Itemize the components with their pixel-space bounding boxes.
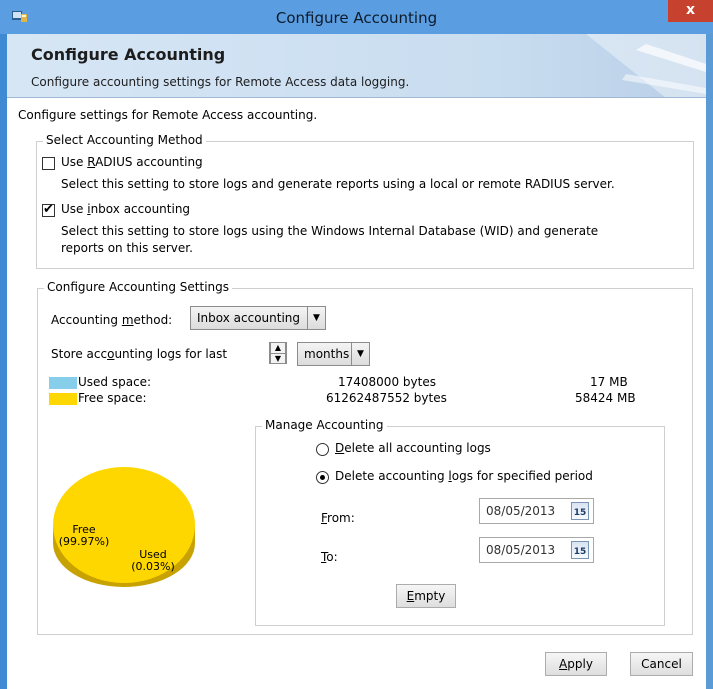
used-space-mb: 17 MB: [590, 375, 628, 389]
to-date-label: To:: [321, 550, 338, 564]
close-icon: x: [685, 2, 696, 18]
inbox-accounting-label[interactable]: Use inbox accounting: [61, 202, 190, 216]
from-date-picker[interactable]: 08/05/2013 15: [479, 498, 594, 524]
accounting-method-value: Inbox accounting: [197, 311, 301, 325]
free-space-mb: 58424 MB: [575, 391, 636, 405]
manage-accounting-group-label: Manage Accounting: [262, 418, 387, 432]
inbox-accounting-description-line1: Select this setting to store logs using …: [61, 224, 599, 238]
accounting-method-label: Accounting method:: [51, 313, 173, 327]
pie-free-percent: (99.97%): [59, 535, 110, 548]
pie-used-percent: (0.03%): [131, 560, 175, 573]
radius-accounting-checkbox[interactable]: [42, 157, 55, 170]
empty-button[interactable]: Empty: [396, 584, 456, 608]
store-logs-spinner-buttons[interactable]: ▲ ▼: [270, 342, 286, 364]
accounting-method-group-label: Select Accounting Method: [43, 133, 206, 147]
calendar-icon[interactable]: 15: [571, 541, 589, 559]
banner-decoration: [586, 34, 706, 97]
to-date-picker[interactable]: 08/05/2013 15: [479, 537, 594, 563]
spin-up-icon[interactable]: ▲: [271, 343, 285, 353]
apply-button[interactable]: Apply: [545, 652, 607, 676]
header-subtitle: Configure accounting settings for Remote…: [31, 75, 410, 89]
window-title: Configure Accounting: [275, 9, 438, 27]
chevron-down-icon: ▼: [351, 343, 369, 365]
radius-accounting-label[interactable]: Use RADIUS accounting: [61, 155, 203, 169]
delete-all-logs-radio[interactable]: [316, 443, 329, 456]
window-left-border: [0, 0, 7, 689]
used-space-bytes: 17408000 bytes: [338, 375, 436, 389]
store-logs-unit-value: months: [304, 347, 350, 361]
free-space-bytes: 61262487552 bytes: [326, 391, 447, 405]
radio-selected-dot: [320, 475, 325, 480]
from-date-label: From:: [321, 511, 355, 525]
store-logs-unit-dropdown[interactable]: months ▼: [297, 342, 370, 366]
delete-all-logs-label[interactable]: Delete all accounting logs: [335, 441, 491, 455]
manage-accounting-group: Manage Accounting: [255, 418, 665, 626]
free-space-label: Free space:: [78, 391, 147, 405]
close-button[interactable]: x: [668, 0, 713, 22]
spin-down-icon[interactable]: ▼: [271, 353, 285, 363]
inbox-accounting-checkbox[interactable]: ✔: [42, 202, 55, 217]
accounting-settings-group-label: Configure Accounting Settings: [44, 280, 233, 294]
delete-period-logs-label[interactable]: Delete accounting logs for specified per…: [335, 469, 593, 483]
inbox-accounting-description-line2: reports on this server.: [61, 241, 193, 255]
chevron-down-icon: ▼: [307, 307, 325, 329]
space-pie-chart: Free (99.97%) Used (0.03%): [53, 467, 195, 587]
header-banner: Configure Accounting Configure accountin…: [7, 34, 706, 98]
used-space-swatch: [49, 377, 77, 389]
accounting-method-dropdown[interactable]: Inbox accounting ▼: [190, 306, 326, 330]
cancel-button[interactable]: Cancel: [630, 652, 693, 676]
free-space-swatch: [49, 393, 77, 405]
store-logs-label: Store accounting logs for last: [51, 347, 228, 361]
header-title: Configure Accounting: [31, 45, 226, 64]
used-space-label: Used space:: [78, 375, 152, 389]
title-bar[interactable]: Configure Accounting x: [0, 0, 713, 34]
delete-period-logs-radio[interactable]: [316, 471, 329, 484]
radius-accounting-description: Select this setting to store logs and ge…: [61, 177, 615, 191]
calendar-icon[interactable]: 15: [571, 502, 589, 520]
checkmark-icon: ✔: [43, 202, 54, 217]
dialog-client: Configure Accounting Configure accountin…: [7, 34, 706, 689]
intro-text: Configure settings for Remote Access acc…: [18, 108, 318, 122]
to-date-value: 08/05/2013: [486, 543, 556, 557]
from-date-value: 08/05/2013: [486, 504, 556, 518]
